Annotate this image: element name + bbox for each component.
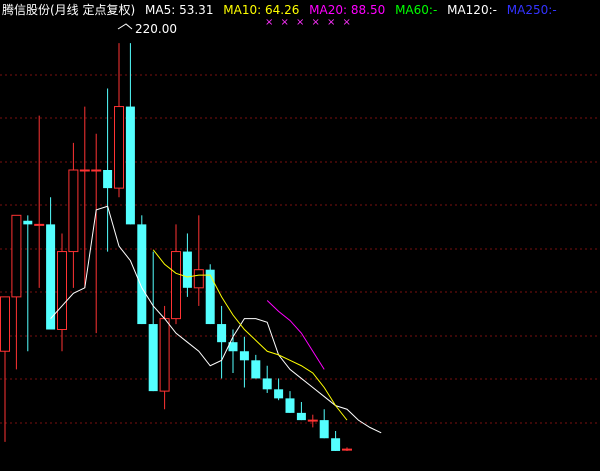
candle-body-up [11, 214, 22, 298]
candlestick-chart: × × × × × × 220.00 [0, 17, 600, 451]
candle-body-up [79, 169, 90, 172]
candle-body-up [0, 296, 10, 352]
moving-average-lines [50, 205, 382, 434]
signal-marker: × [343, 17, 351, 28]
candle-body-up [342, 448, 352, 451]
candle-body-down [319, 420, 329, 439]
candle-body-down [205, 269, 215, 325]
candles-group [0, 43, 352, 451]
candle-body-down [125, 106, 135, 225]
candle-body-down [331, 438, 341, 451]
candle-body-down [285, 398, 295, 413]
signal-markers: × × × × × × [265, 17, 351, 28]
candle-body-up [193, 269, 204, 289]
candle-body-down [262, 378, 272, 390]
candle-body-down [239, 351, 249, 361]
candle-body-down [274, 389, 284, 399]
candle-body-up [91, 169, 102, 172]
ma-line-ma20 [266, 300, 325, 370]
signal-marker: × [265, 17, 273, 28]
candle-body-up [57, 251, 67, 330]
candle-body-down [217, 324, 227, 343]
candle-body-up [159, 318, 170, 392]
candle-body-down [103, 170, 113, 189]
candle-body-down [23, 220, 33, 225]
candle-body-up [68, 169, 79, 253]
candle-body-up [114, 106, 124, 189]
signal-marker: × [312, 17, 320, 28]
candle-body-down [182, 251, 192, 288]
ma-line-ma10 [152, 249, 348, 421]
signal-marker: × [281, 17, 289, 28]
candle-body-up [171, 251, 181, 320]
candle-body-down [148, 324, 158, 392]
candle-body-down [296, 412, 306, 421]
candle-body-down [46, 224, 56, 330]
signal-marker: × [327, 17, 335, 28]
max-price-pointer [117, 23, 133, 30]
candle-body-up [34, 223, 45, 226]
candle-body-down [251, 360, 261, 379]
candle-body-down [137, 224, 147, 325]
candle-body-up [307, 419, 318, 422]
annotations: 220.00 [117, 22, 177, 36]
signal-marker: × [296, 17, 304, 28]
max-price-annotation: 220.00 [135, 22, 177, 36]
